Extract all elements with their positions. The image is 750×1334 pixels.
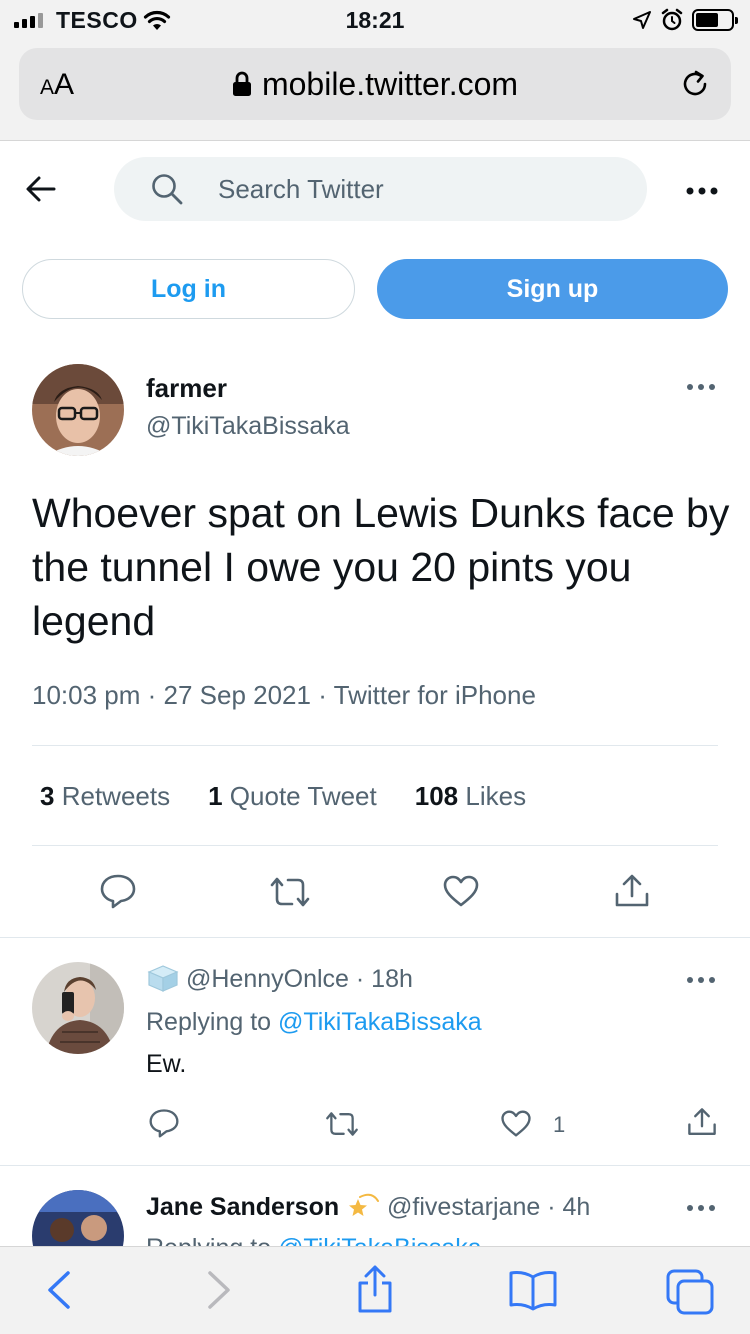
search-bar[interactable] [114,157,647,221]
reply-avatar[interactable] [32,962,124,1054]
divider [32,845,718,846]
author-avatar[interactable] [32,364,124,456]
forward-icon[interactable] [204,1269,234,1311]
safari-toolbar [0,1246,750,1334]
dizzy-star-icon [349,1194,380,1217]
divider [32,745,718,746]
status-bar: TESCO 18:21 [0,0,750,40]
reply-handle[interactable]: @fivestarjane [387,1193,540,1221]
tweet-text: Whoever spat on Lewis Dunks face by the … [32,490,730,644]
reply-text: Ew. [146,1050,187,1078]
reply-icon[interactable] [148,1108,180,1138]
reply-more-icon[interactable] [686,975,716,985]
retweet-icon[interactable] [268,875,312,909]
back-arrow-icon[interactable] [24,172,58,206]
reply-more-icon[interactable] [686,1203,716,1213]
bookmarks-icon[interactable] [508,1269,558,1311]
reply-icon[interactable] [99,873,137,909]
lock-icon [232,71,251,96]
url-text: mobile.twitter.com [261,66,519,102]
more-options-icon[interactable] [685,186,719,196]
like-icon[interactable] [500,1109,532,1138]
ice-cube-icon [147,965,179,993]
reply-header: @HennyOnlce · 18h [146,965,413,994]
location-icon [633,11,651,29]
replying-to: Replying to @TikiTakaBissaka [146,1008,482,1036]
divider [0,937,750,938]
replying-to-link[interactable]: @TikiTakaBissaka [278,1008,482,1036]
retweet-icon[interactable] [324,1110,360,1138]
back-icon[interactable] [44,1269,74,1311]
likes-stat[interactable]: 108 Likes [415,781,526,812]
search-icon [152,174,183,205]
reply-time: · 4h [547,1193,591,1221]
reply-like-count: 1 [553,1112,566,1137]
share-icon[interactable] [686,1106,718,1138]
share-icon[interactable] [613,872,651,910]
reply-handle[interactable]: @HennyOnlce [186,965,349,993]
battery-icon [692,9,738,31]
safari-address-bar: AA mobile.twitter.com [0,40,750,141]
share-icon[interactable] [355,1263,395,1315]
signup-button[interactable]: Sign up [377,259,728,319]
divider [0,1165,750,1166]
reply-display-name[interactable]: Jane Sanderson [146,1193,339,1221]
author-display-name[interactable]: farmer [146,373,227,404]
tabs-icon[interactable] [666,1269,714,1315]
like-icon[interactable] [442,874,480,908]
alarm-icon [661,8,683,31]
url-field[interactable]: AA mobile.twitter.com [19,48,731,120]
search-input[interactable] [218,171,618,207]
tweet-stats: 3 Retweets 1 Quote Tweet 108 Likes [40,781,526,812]
reply-time: · 18h [355,965,413,993]
quote-tweets-stat[interactable]: 1 Quote Tweet [208,781,377,812]
reply-header: Jane Sanderson @fivestarjane · 4h [146,1193,590,1222]
tweet-timestamp[interactable]: 10:03 pm · 27 Sep 2021 · Twitter for iPh… [32,680,536,711]
retweets-stat[interactable]: 3 Retweets [40,781,170,812]
reload-icon[interactable] [679,68,711,100]
login-button[interactable]: Log in [22,259,355,319]
tweet-more-icon[interactable] [686,382,716,392]
author-handle[interactable]: @TikiTakaBissaka [146,412,350,441]
